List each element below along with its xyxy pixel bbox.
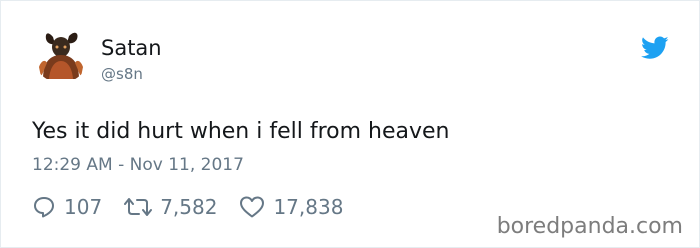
tweet-text: Yes it did hurt when i fell from heaven: [32, 119, 450, 144]
devil-avatar-icon: [33, 27, 89, 83]
twitter-logo-icon: [641, 36, 669, 59]
tweet-timestamp[interactable]: 12:29 AM - Nov 11, 2017: [32, 154, 244, 176]
heart-icon: [240, 196, 265, 218]
watermark: boredpanda.com: [496, 214, 683, 239]
display-name[interactable]: Satan: [101, 35, 162, 61]
user-handle[interactable]: @s8n: [101, 64, 143, 84]
like-count: 17,838: [273, 195, 344, 219]
tweet-actions: 107 7,582 17,838: [32, 193, 343, 221]
reply-icon: [34, 197, 54, 218]
retweet-icon: [124, 198, 153, 216]
avatar[interactable]: [33, 27, 89, 83]
reply-count: 107: [64, 195, 103, 219]
retweet-count: 7,582: [160, 195, 218, 219]
tweet-card: Satan @s8n Yes it did hurt when i fell f…: [0, 0, 700, 248]
twitter-bird-icon[interactable]: [641, 36, 669, 60]
retweet-button[interactable]: 7,582: [124, 195, 217, 219]
like-button[interactable]: 17,838: [239, 195, 343, 219]
reply-button[interactable]: 107: [32, 195, 102, 219]
